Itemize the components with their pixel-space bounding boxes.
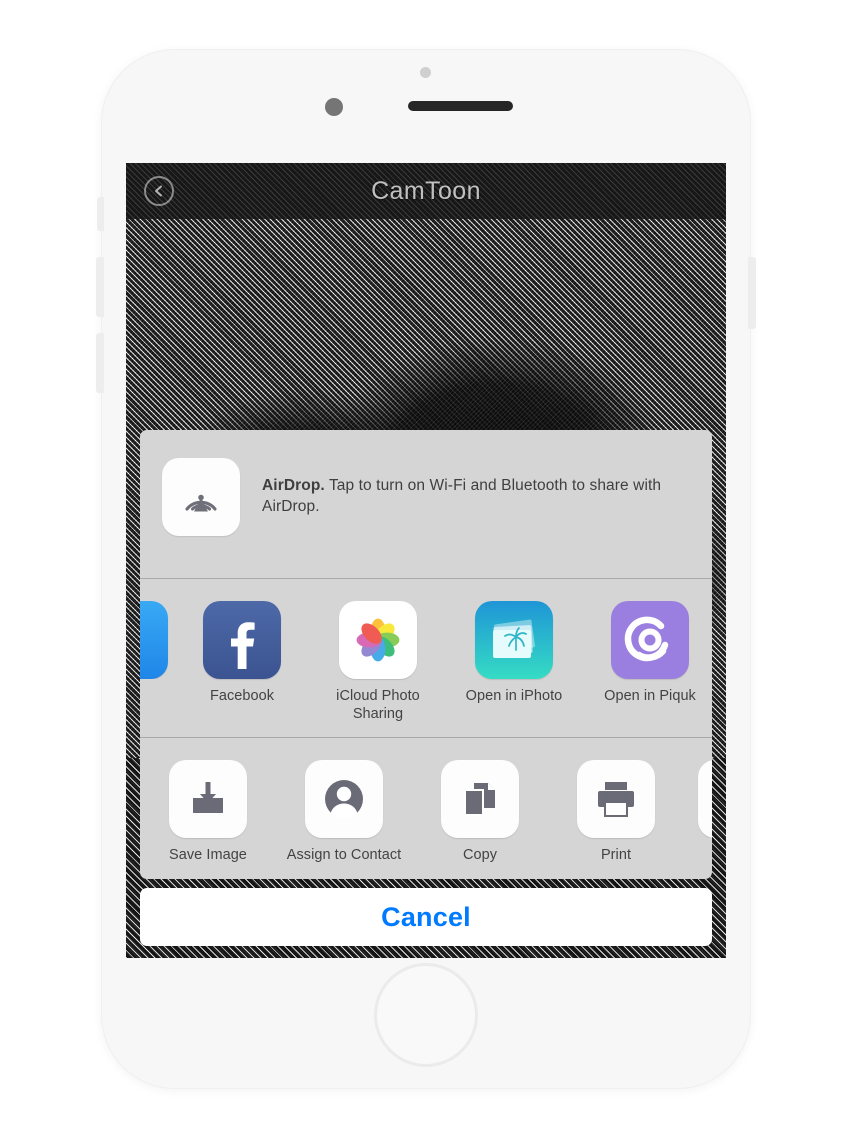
cancel-label: Cancel: [381, 901, 471, 932]
page-title: CamToon: [371, 176, 481, 205]
share-actions-row[interactable]: Save Image Assign to Contact Copy Print: [140, 738, 712, 879]
front-camera-icon: [325, 98, 343, 116]
volume-down-button[interactable]: [96, 333, 104, 393]
phone-device: CamToon AirDrop. Tap to turn on Wi-Fi an…: [96, 49, 756, 1089]
share-action-print[interactable]: Print: [548, 760, 684, 865]
share-action-label: Save Image: [169, 847, 247, 864]
share-app-label: iCloud Photo Sharing: [336, 687, 420, 722]
power-button[interactable]: [748, 257, 756, 329]
copy-icon[interactable]: [441, 760, 519, 839]
earpiece-speaker-icon: [408, 101, 513, 111]
share-app-label: Open in Piquk: [604, 687, 696, 704]
share-app-label: Open in iPhoto: [465, 687, 563, 704]
photos-flower-icon[interactable]: [339, 600, 417, 679]
share-action-save-image[interactable]: Save Image: [140, 760, 276, 865]
phone-screen: CamToon AirDrop. Tap to turn on Wi-Fi an…: [126, 163, 726, 958]
save-image-icon[interactable]: [169, 760, 247, 839]
proximity-sensor-icon: [420, 67, 431, 78]
volume-up-button[interactable]: [96, 257, 104, 317]
cancel-button[interactable]: Cancel: [140, 888, 712, 946]
partial-action-icon[interactable]: [698, 760, 712, 839]
airdrop-row[interactable]: AirDrop. Tap to turn on Wi-Fi and Blueto…: [140, 430, 712, 578]
share-sheet-body: AirDrop. Tap to turn on Wi-Fi and Blueto…: [140, 429, 712, 879]
back-button[interactable]: [144, 176, 174, 206]
share-app-label: Facebook: [209, 687, 275, 704]
share-app-open-in-iphoto[interactable]: Open in iPhoto: [446, 600, 582, 706]
navigation-bar: CamToon: [126, 163, 726, 219]
share-app-partial-left[interactable]: [140, 600, 174, 679]
share-action-label: Print: [600, 847, 632, 864]
piquk-icon[interactable]: [611, 600, 689, 679]
share-action-label: Copy: [462, 847, 498, 864]
airdrop-icon[interactable]: [162, 457, 240, 536]
share-app-open-in-piquk[interactable]: Open in Piquk: [582, 600, 712, 706]
share-action-copy[interactable]: Copy: [412, 760, 548, 865]
back-arrow-icon: [152, 184, 166, 198]
airdrop-title: AirDrop.: [262, 476, 325, 494]
share-action-label: Assign to Contact: [286, 847, 402, 864]
share-app-facebook[interactable]: Facebook: [174, 600, 310, 706]
iphoto-icon[interactable]: [475, 600, 553, 679]
share-action-assign-to-contact[interactable]: Assign to Contact: [276, 760, 412, 865]
share-app-icloud-photo-sharing[interactable]: iCloud Photo Sharing: [310, 600, 446, 723]
silent-switch[interactable]: [97, 197, 104, 231]
print-icon[interactable]: [577, 760, 655, 839]
contact-icon[interactable]: [305, 760, 383, 839]
share-action-partial-right[interactable]: [684, 760, 712, 839]
share-apps-row[interactable]: Facebook iCloud Photo Sharing Open in iP…: [140, 579, 712, 737]
share-sheet: AirDrop. Tap to turn on Wi-Fi and Blueto…: [140, 429, 712, 946]
partial-app-icon[interactable]: [140, 600, 168, 679]
facebook-icon[interactable]: [203, 600, 281, 679]
home-button[interactable]: [374, 963, 478, 1067]
airdrop-message: AirDrop. Tap to turn on Wi-Fi and Blueto…: [262, 476, 690, 518]
